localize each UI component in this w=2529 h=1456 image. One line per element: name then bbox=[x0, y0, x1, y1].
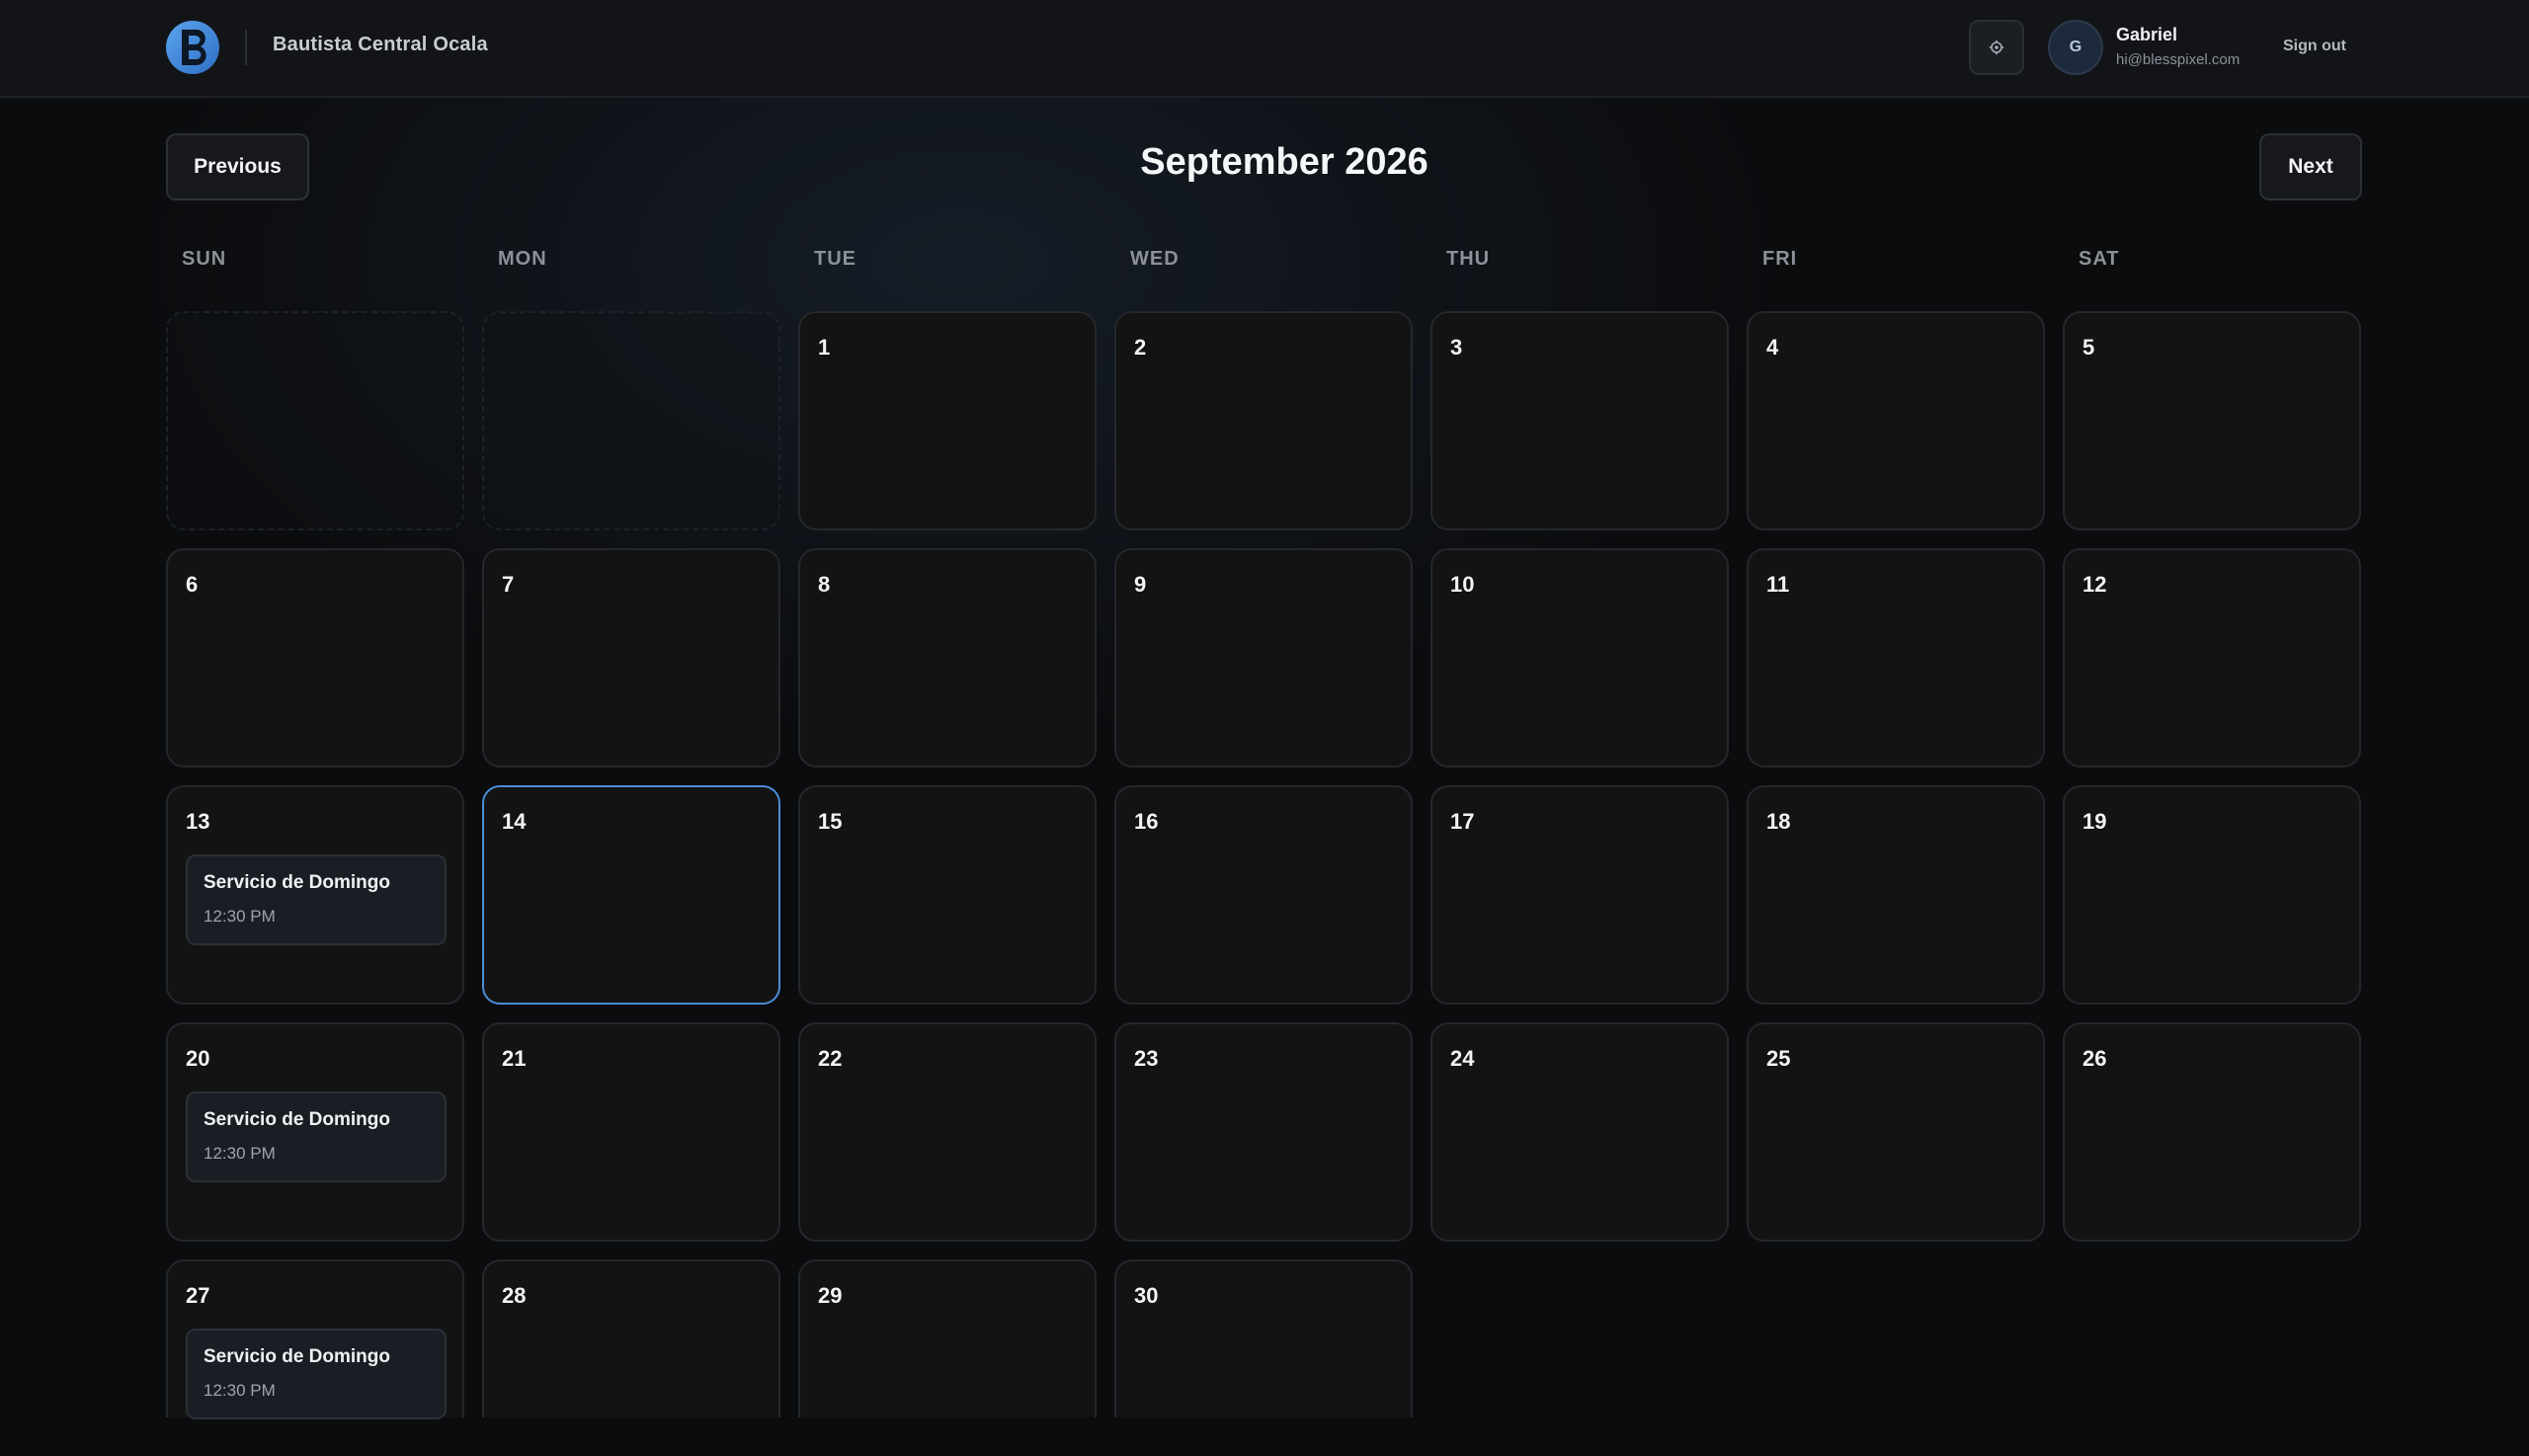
day-number: 25 bbox=[1766, 1046, 1791, 1071]
day-number: 2 bbox=[1134, 335, 1147, 360]
day-cell-21[interactable]: 21 bbox=[482, 1022, 780, 1242]
gear-icon bbox=[1989, 40, 2004, 55]
day-cell-4[interactable]: 4 bbox=[1747, 311, 2045, 530]
day-number: 13 bbox=[186, 809, 210, 834]
day-cell-18[interactable]: 18 bbox=[1747, 785, 2045, 1005]
day-number: 12 bbox=[2082, 572, 2107, 597]
event-time: 12:30 PM bbox=[204, 1144, 276, 1163]
event-title: Servicio de Domingo bbox=[204, 1346, 390, 1367]
day-cell-16[interactable]: 16 bbox=[1114, 785, 1413, 1005]
day-number: 7 bbox=[502, 572, 515, 597]
day-cell-9[interactable]: 9 bbox=[1114, 548, 1413, 768]
user-email: hi@blesspixel.com bbox=[2116, 51, 2241, 68]
day-number: 9 bbox=[1134, 572, 1147, 597]
day-number: 22 bbox=[818, 1046, 843, 1071]
weekday-mon: MON bbox=[498, 248, 547, 270]
day-cell-25[interactable]: 25 bbox=[1747, 1022, 2045, 1242]
sign-out-button[interactable]: Sign out bbox=[2283, 38, 2346, 55]
day-number: 24 bbox=[1450, 1046, 1475, 1071]
day-number: 15 bbox=[818, 809, 843, 834]
day-number: 11 bbox=[1766, 572, 1790, 597]
day-number: 20 bbox=[186, 1046, 210, 1071]
day-number: 30 bbox=[1134, 1283, 1159, 1308]
day-cell-2[interactable]: 2 bbox=[1114, 311, 1413, 530]
day-cell-19[interactable]: 19 bbox=[2063, 785, 2361, 1005]
day-cell-17[interactable]: 17 bbox=[1430, 785, 1729, 1005]
day-number: 16 bbox=[1134, 809, 1159, 834]
day-cell-29[interactable]: 29 bbox=[798, 1259, 1097, 1417]
day-cell-28[interactable]: 28 bbox=[482, 1259, 780, 1417]
day-cell-11[interactable]: 11 bbox=[1747, 548, 2045, 768]
day-number: 17 bbox=[1450, 809, 1475, 834]
top-bar: Bautista Central Ocala G Gabriel hi@bles… bbox=[0, 0, 2529, 98]
day-cell-10[interactable]: 10 bbox=[1430, 548, 1729, 768]
weekday-sun: SUN bbox=[182, 248, 227, 270]
event-time: 12:30 PM bbox=[204, 1381, 276, 1400]
event-card[interactable]: Servicio de Domingo 12:30 PM bbox=[186, 1092, 447, 1182]
day-number: 3 bbox=[1450, 335, 1463, 360]
event-time: 12:30 PM bbox=[204, 907, 276, 926]
event-title: Servicio de Domingo bbox=[204, 872, 390, 893]
event-card[interactable]: Servicio de Domingo 12:30 PM bbox=[186, 854, 447, 945]
day-cell-7[interactable]: 7 bbox=[482, 548, 780, 768]
day-number: 18 bbox=[1766, 809, 1791, 834]
day-number: 28 bbox=[502, 1283, 527, 1308]
weekday-tue: TUE bbox=[814, 248, 857, 270]
day-number: 5 bbox=[2082, 335, 2095, 360]
day-cell-30[interactable]: 30 bbox=[1114, 1259, 1413, 1417]
day-number: 4 bbox=[1766, 335, 1779, 360]
day-number: 6 bbox=[186, 572, 199, 597]
day-number: 10 bbox=[1450, 572, 1475, 597]
church-logo-icon[interactable] bbox=[164, 17, 221, 78]
day-number: 19 bbox=[2082, 809, 2107, 834]
day-number: 27 bbox=[186, 1283, 210, 1308]
day-cell-23[interactable]: 23 bbox=[1114, 1022, 1413, 1242]
empty-day-cell bbox=[166, 311, 464, 530]
event-title: Servicio de Domingo bbox=[204, 1109, 390, 1130]
weekday-thu: THU bbox=[1446, 248, 1491, 270]
day-cell-27[interactable]: 27 Servicio de Domingo 12:30 PM bbox=[166, 1259, 464, 1419]
day-cell-8[interactable]: 8 bbox=[798, 548, 1097, 768]
day-cell-22[interactable]: 22 bbox=[798, 1022, 1097, 1242]
settings-button[interactable] bbox=[1969, 20, 2024, 75]
weekday-wed: WED bbox=[1130, 248, 1180, 270]
day-number: 8 bbox=[818, 572, 831, 597]
day-number: 29 bbox=[818, 1283, 843, 1308]
day-cell-3[interactable]: 3 bbox=[1430, 311, 1729, 530]
day-cell-20[interactable]: 20 Servicio de Domingo 12:30 PM bbox=[166, 1022, 464, 1242]
day-cell-14[interactable]: 14 bbox=[482, 785, 780, 1005]
day-number: 23 bbox=[1134, 1046, 1159, 1071]
day-number: 21 bbox=[502, 1046, 527, 1071]
day-cell-24[interactable]: 24 bbox=[1430, 1022, 1729, 1242]
day-number: 14 bbox=[502, 809, 527, 834]
month-title: September 2026 bbox=[1140, 141, 1428, 183]
day-number: 1 bbox=[818, 335, 831, 360]
empty-day-cell bbox=[482, 311, 780, 530]
day-cell-15[interactable]: 15 bbox=[798, 785, 1097, 1005]
user-name: Gabriel bbox=[2116, 25, 2178, 44]
event-card[interactable]: Servicio de Domingo 12:30 PM bbox=[186, 1329, 447, 1419]
header-divider bbox=[245, 30, 247, 65]
day-cell-5[interactable]: 5 bbox=[2063, 311, 2361, 530]
user-avatar[interactable]: G bbox=[2048, 20, 2103, 75]
organization-name[interactable]: Bautista Central Ocala bbox=[273, 34, 488, 56]
day-cell-12[interactable]: 12 bbox=[2063, 548, 2361, 768]
day-cell-1[interactable]: 1 bbox=[798, 311, 1097, 530]
day-cell-13[interactable]: 13 Servicio de Domingo 12:30 PM bbox=[166, 785, 464, 1005]
day-number: 26 bbox=[2082, 1046, 2107, 1071]
weekday-sat: SAT bbox=[2079, 248, 2120, 270]
weekday-fri: FRI bbox=[1762, 248, 1798, 270]
next-month-button[interactable]: Next bbox=[2259, 133, 2362, 201]
day-cell-26[interactable]: 26 bbox=[2063, 1022, 2361, 1242]
day-cell-6[interactable]: 6 bbox=[166, 548, 464, 768]
